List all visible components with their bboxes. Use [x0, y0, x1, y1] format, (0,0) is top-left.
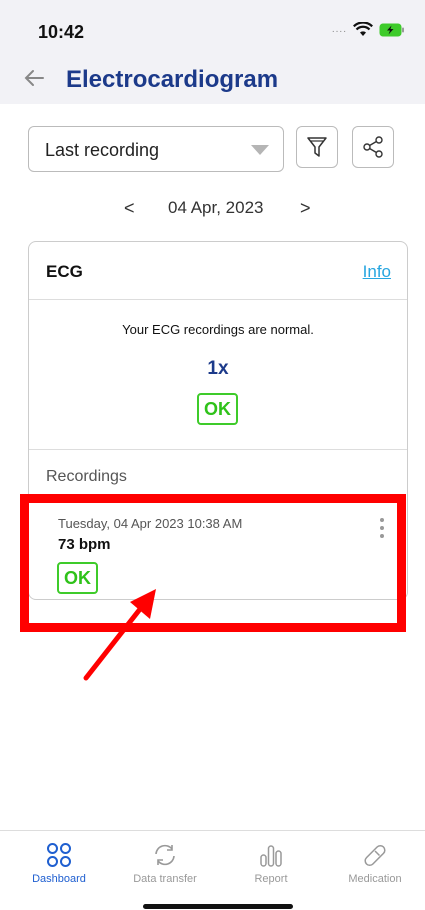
wifi-icon: [353, 22, 373, 37]
tab-dashboard[interactable]: Dashboard: [14, 841, 104, 885]
previous-date-button[interactable]: <: [124, 198, 135, 219]
ecg-card: ECG Info Your ECG recordings are normal.…: [28, 241, 408, 600]
date-navigator: < 04 Apr, 2023 >: [0, 196, 425, 224]
info-link[interactable]: Info: [363, 262, 391, 282]
caret-down-icon: [251, 145, 269, 155]
next-date-button[interactable]: >: [300, 198, 311, 219]
recording-status-badge: OK: [57, 562, 98, 594]
share-icon: [363, 136, 383, 158]
recording-datetime: Tuesday, 04 Apr 2023 10:38 AM: [58, 516, 243, 531]
tab-medication[interactable]: Medication: [330, 841, 420, 885]
recording-count: 1x: [207, 358, 229, 379]
page-title: Electrocardiogram: [66, 66, 279, 93]
card-header: ECG Info: [29, 242, 407, 300]
select-value: Last recording: [45, 140, 160, 160]
dashboard-icon: [14, 841, 104, 869]
tab-label: Report: [254, 873, 288, 885]
top-bar: 10:42 .... Electrocardiogram: [0, 0, 425, 104]
sync-icon: [120, 841, 210, 869]
pill-icon: [330, 841, 420, 869]
filter-button[interactable]: [296, 126, 338, 168]
recording-range-select[interactable]: Last recording: [28, 126, 284, 172]
home-indicator[interactable]: [143, 904, 293, 909]
share-button[interactable]: [352, 126, 394, 168]
funnel-icon: [307, 137, 327, 157]
battery-charging-icon: [379, 23, 405, 37]
ecg-summary: Your ECG recordings are normal. 1x OK: [29, 300, 407, 450]
tab-data-transfer[interactable]: Data transfer: [120, 841, 210, 885]
current-date: 04 Apr, 2023: [168, 198, 264, 217]
bottom-tab-bar: Dashboard Data transfer Report Medicatio…: [0, 830, 425, 890]
annotation-arrow-icon: [83, 589, 156, 681]
recordings-heading: Recordings: [46, 468, 127, 485]
signal-dots: ....: [331, 24, 347, 35]
status-time: 10:42: [38, 22, 85, 42]
status-icons: ....: [332, 22, 405, 37]
card-title: ECG: [46, 262, 83, 281]
tab-report[interactable]: Report: [226, 841, 316, 885]
summary-status-badge: OK: [197, 393, 238, 425]
recording-bpm: 73 bpm: [58, 536, 111, 553]
tab-label: Dashboard: [32, 873, 86, 885]
tab-label: Medication: [348, 873, 402, 885]
bar-chart-icon: [226, 841, 316, 869]
more-options-icon[interactable]: [377, 516, 387, 540]
back-arrow-icon[interactable]: [22, 66, 46, 90]
recording-list-item[interactable]: Tuesday, 04 Apr 2023 10:38 AM 73 bpm OK: [29, 504, 407, 600]
tab-label: Data transfer: [133, 873, 197, 885]
summary-message: Your ECG recordings are normal.: [122, 322, 314, 337]
